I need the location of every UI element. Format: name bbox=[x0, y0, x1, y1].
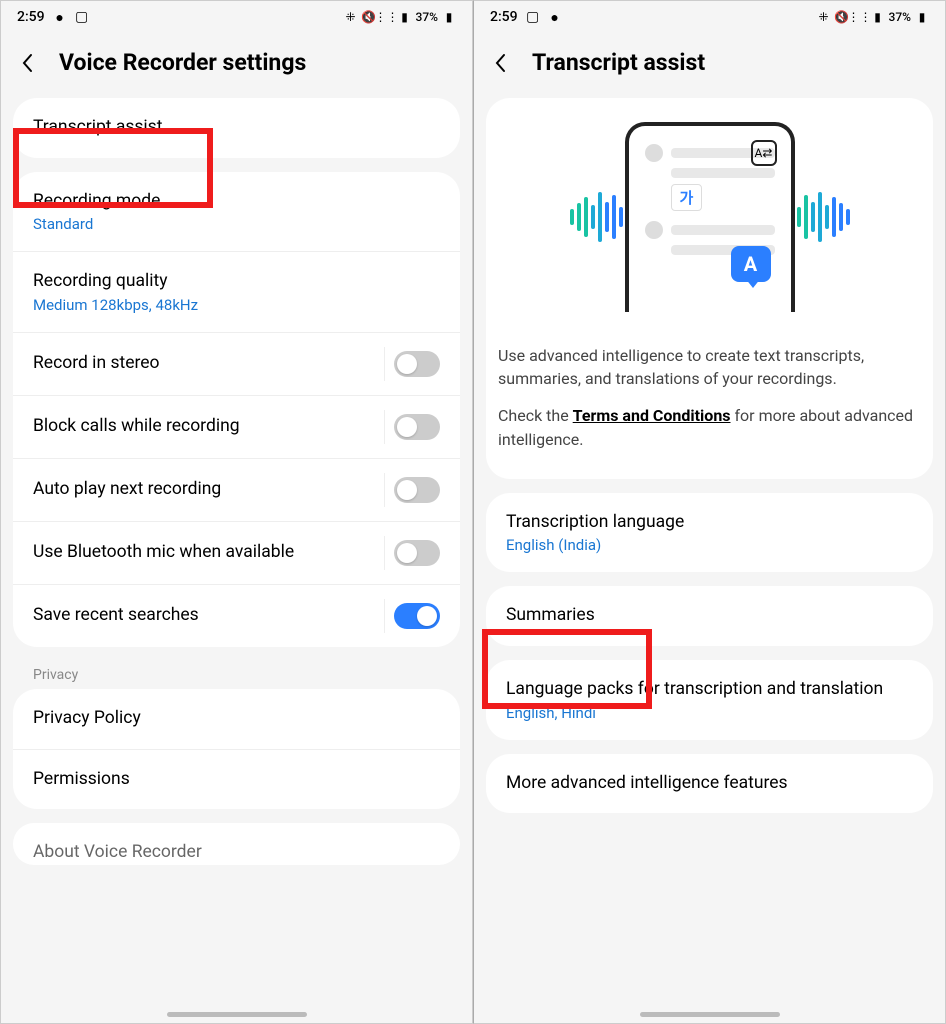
card-summaries: Summaries bbox=[486, 586, 933, 646]
row-label: Language packs for transcription and tra… bbox=[506, 678, 883, 702]
back-button[interactable] bbox=[21, 54, 39, 72]
nav-pill[interactable] bbox=[167, 1012, 307, 1017]
row-lang-packs[interactable]: Language packs for transcription and tra… bbox=[486, 660, 933, 740]
ga-badge: 가 bbox=[671, 184, 703, 211]
toggle-autoplay[interactable] bbox=[394, 477, 440, 503]
mute-icon: 🔇 bbox=[835, 10, 849, 24]
desc-line1: Use advanced intelligence to create text… bbox=[498, 344, 921, 390]
desc-line2a: Check the bbox=[498, 406, 573, 425]
wave-right-icon bbox=[797, 192, 850, 242]
battery-icon: ▮ bbox=[915, 10, 929, 24]
row-label: Transcript assist bbox=[33, 116, 162, 140]
battery-percent: 37% bbox=[889, 10, 911, 24]
status-time: 2:59 bbox=[490, 9, 518, 25]
mute-icon: 🔇 bbox=[362, 10, 376, 24]
image-icon: ▢ bbox=[75, 10, 89, 24]
status-time: 2:59 bbox=[17, 9, 45, 25]
back-button[interactable] bbox=[494, 54, 512, 72]
status-bar: 2:59 ● ▢ ⁜ 🔇 ⋮⋮ ▮ 37% ▮ bbox=[1, 1, 472, 31]
translate-icon: A⇄ bbox=[751, 140, 777, 166]
bulb-icon: ● bbox=[548, 10, 562, 24]
row-label: Auto play next recording bbox=[33, 478, 221, 502]
image-icon: ▢ bbox=[526, 10, 540, 24]
wave-left-icon bbox=[570, 192, 623, 242]
toggle-save[interactable] bbox=[394, 603, 440, 629]
row-sub: English, Hindi bbox=[506, 704, 883, 722]
bluetooth-icon: ⁜ bbox=[344, 10, 358, 24]
row-sub: English (India) bbox=[506, 536, 684, 554]
row-label: Use Bluetooth mic when available bbox=[33, 541, 294, 565]
row-label: Transcription language bbox=[506, 511, 684, 535]
card-transcript: Transcript assist bbox=[13, 98, 460, 158]
card-about: About Voice Recorder bbox=[13, 823, 460, 865]
row-stereo[interactable]: Record in stereo bbox=[13, 332, 460, 395]
row-recording-quality[interactable]: Recording quality Medium 128kbps, 48kHz bbox=[13, 251, 460, 332]
illustration-card: A⇄ 가 A Use advanced intelligence to crea… bbox=[486, 98, 933, 479]
card-more: More advanced intelligence features bbox=[486, 754, 933, 814]
phone-mock-icon: A⇄ 가 A bbox=[625, 122, 795, 312]
row-recording-mode[interactable]: Recording mode Standard bbox=[13, 172, 460, 252]
signal-icon: ▮ bbox=[871, 10, 885, 24]
toggle-stereo[interactable] bbox=[394, 351, 440, 377]
row-label: Save recent searches bbox=[33, 604, 199, 628]
row-label: Summaries bbox=[506, 604, 595, 628]
card-langpacks: Language packs for transcription and tra… bbox=[486, 660, 933, 740]
battery-percent: 37% bbox=[416, 10, 438, 24]
toggle-bt[interactable] bbox=[394, 540, 440, 566]
row-label: Block calls while recording bbox=[33, 415, 240, 439]
row-trans-lang[interactable]: Transcription language English (India) bbox=[486, 493, 933, 573]
row-sub: Standard bbox=[33, 215, 160, 233]
terms-link[interactable]: Terms and Conditions bbox=[573, 406, 731, 425]
row-label: Permissions bbox=[33, 768, 130, 792]
bluetooth-icon: ⁜ bbox=[817, 10, 831, 24]
status-bar: 2:59 ▢ ● ⁜ 🔇 ⋮⋮ ▮ 37% ▮ bbox=[474, 1, 945, 31]
row-summaries[interactable]: Summaries bbox=[486, 586, 933, 646]
page-title: Voice Recorder settings bbox=[59, 49, 306, 76]
row-transcript-assist[interactable]: Transcript assist bbox=[13, 98, 460, 158]
a-badge: A bbox=[731, 246, 771, 282]
phone-right: 2:59 ▢ ● ⁜ 🔇 ⋮⋮ ▮ 37% ▮ Transcript assis… bbox=[473, 0, 946, 1024]
card-lang: Transcription language English (India) bbox=[486, 493, 933, 573]
row-block-calls[interactable]: Block calls while recording bbox=[13, 395, 460, 458]
row-more[interactable]: More advanced intelligence features bbox=[486, 754, 933, 814]
row-about[interactable]: About Voice Recorder bbox=[13, 823, 460, 865]
row-label: More advanced intelligence features bbox=[506, 772, 788, 796]
page-title: Transcript assist bbox=[532, 49, 705, 76]
row-label: Privacy Policy bbox=[33, 707, 141, 731]
wifi-icon: ⋮⋮ bbox=[380, 10, 394, 24]
nav-pill[interactable] bbox=[640, 1012, 780, 1017]
phone-left: 2:59 ● ▢ ⁜ 🔇 ⋮⋮ ▮ 37% ▮ Voice Recorder s… bbox=[0, 0, 473, 1024]
header: Voice Recorder settings bbox=[1, 31, 472, 98]
section-privacy: Privacy bbox=[1, 661, 472, 689]
row-save-search[interactable]: Save recent searches bbox=[13, 584, 460, 647]
bulb-icon: ● bbox=[53, 10, 67, 24]
battery-icon: ▮ bbox=[442, 10, 456, 24]
toggle-block[interactable] bbox=[394, 414, 440, 440]
row-privacy-policy[interactable]: Privacy Policy bbox=[13, 689, 460, 749]
row-label: Recording mode bbox=[33, 190, 160, 214]
wifi-icon: ⋮⋮ bbox=[853, 10, 867, 24]
card-recording: Recording mode Standard Recording qualit… bbox=[13, 172, 460, 647]
row-label: Record in stereo bbox=[33, 352, 160, 376]
row-sub: Medium 128kbps, 48kHz bbox=[33, 296, 198, 314]
row-label: Recording quality bbox=[33, 270, 198, 294]
card-privacy: Privacy Policy Permissions bbox=[13, 689, 460, 809]
signal-icon: ▮ bbox=[398, 10, 412, 24]
row-bt-mic[interactable]: Use Bluetooth mic when available bbox=[13, 521, 460, 584]
header: Transcript assist bbox=[474, 31, 945, 98]
row-label: About Voice Recorder bbox=[33, 841, 202, 865]
description: Use advanced intelligence to create text… bbox=[486, 318, 933, 469]
row-permissions[interactable]: Permissions bbox=[13, 749, 460, 810]
row-autoplay[interactable]: Auto play next recording bbox=[13, 458, 460, 521]
